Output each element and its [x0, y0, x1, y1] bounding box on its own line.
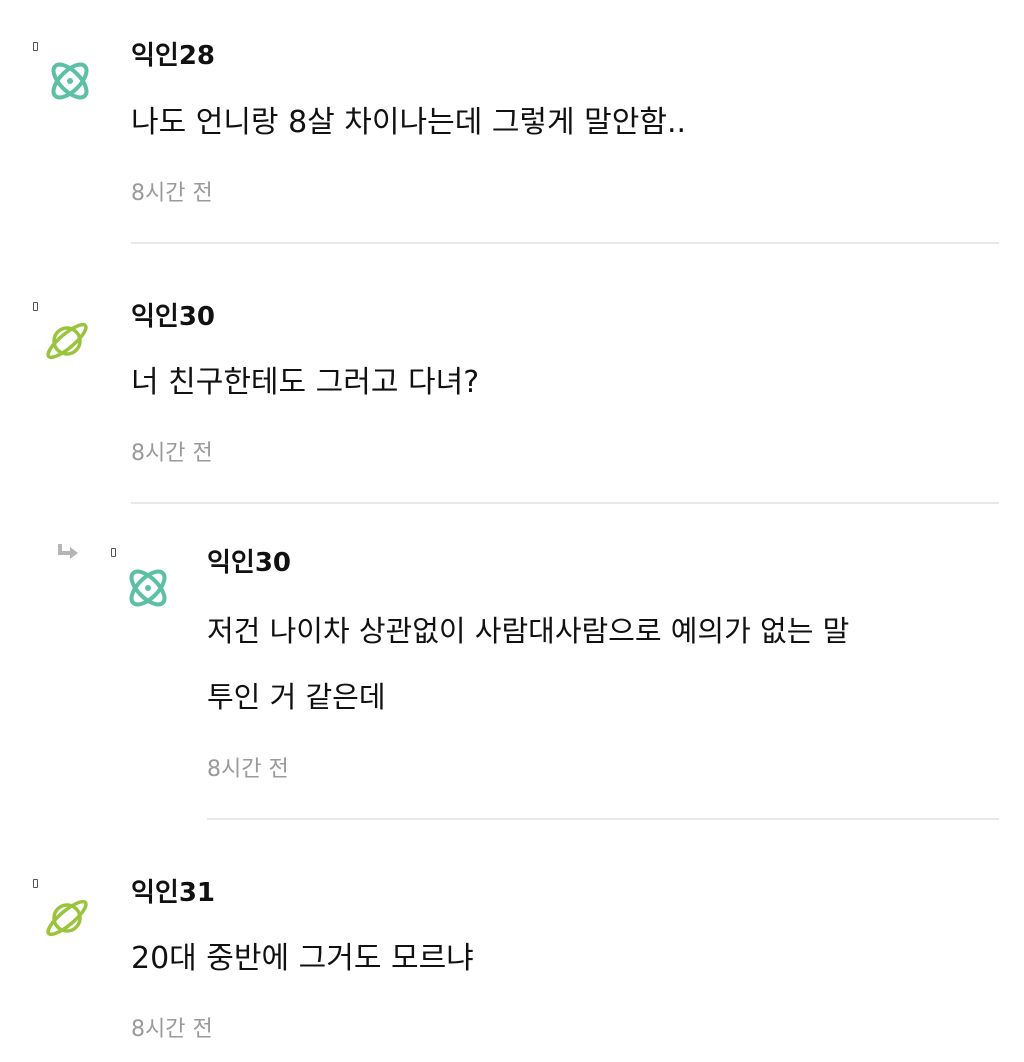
comment-divider — [131, 502, 999, 504]
atom-icon[interactable] — [122, 562, 174, 614]
comment-author[interactable]: 익인30 — [131, 301, 215, 333]
comment-time: 8시간 전 — [131, 441, 213, 466]
comment-author[interactable]: 익인31 — [131, 877, 215, 909]
comment-text-line-1: 저건 나이차 상관없이 사람대사람으로 예의가 없는 말 — [207, 614, 850, 648]
comment-marker-icon — [111, 548, 116, 557]
comment-text: 20대 중반에 그거도 모르냐 — [131, 941, 474, 976]
comment-time: 8시간 전 — [207, 757, 289, 782]
comment-marker-icon — [33, 879, 38, 888]
comment-text: 나도 언니랑 8살 차이나는데 그렇게 말안함.. — [131, 105, 687, 140]
comment-text: 너 친구한테도 그러고 다녀? — [131, 365, 480, 400]
comment-author[interactable]: 익인28 — [131, 40, 215, 72]
comment-marker-icon — [33, 302, 38, 311]
planet-icon[interactable] — [41, 315, 93, 367]
comment-marker-icon — [33, 42, 38, 51]
planet-icon[interactable] — [41, 892, 93, 944]
comment-author[interactable]: 익인30 — [207, 547, 291, 579]
reply-arrow-icon — [55, 542, 81, 564]
atom-icon[interactable] — [44, 55, 96, 107]
comment-divider — [207, 818, 999, 820]
comment-divider — [131, 242, 999, 244]
comment-text-line-2: 투인 거 같은데 — [207, 680, 386, 714]
comment-time: 8시간 전 — [131, 1017, 213, 1042]
comment-time: 8시간 전 — [131, 181, 213, 206]
